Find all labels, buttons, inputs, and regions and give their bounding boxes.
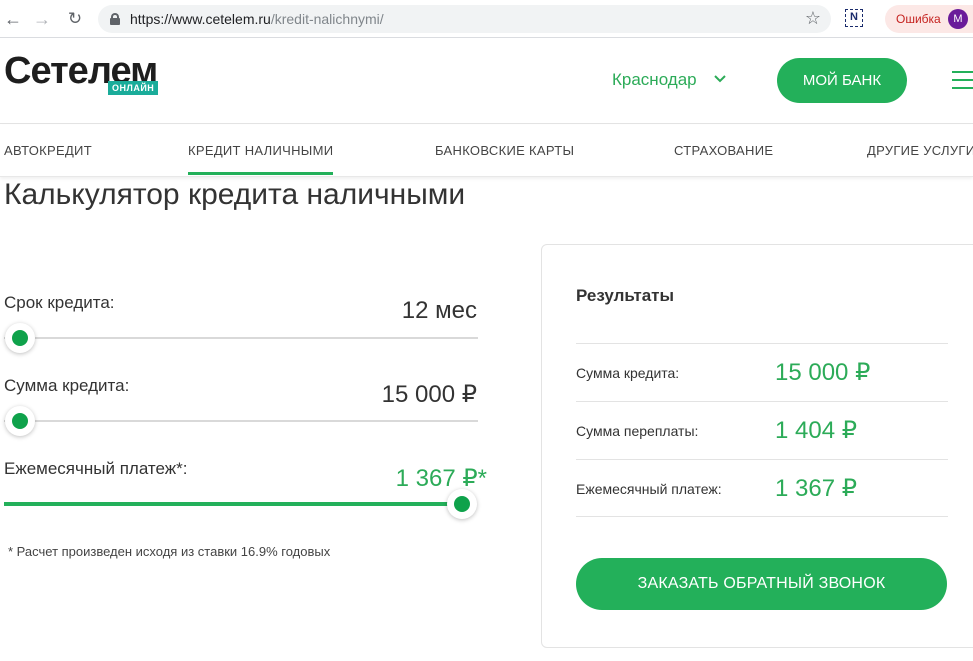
page-title: Калькулятор кредита наличными (4, 178, 466, 211)
results-title: Результаты (576, 286, 675, 305)
url-path: /kredit-nalichnymi/ (270, 11, 384, 27)
error-label: Ошибка (896, 12, 941, 26)
menu-icon[interactable] (952, 71, 973, 89)
nav-item-cash-credit[interactable]: КРЕДИТ НАЛИЧНЫМИ (188, 143, 334, 175)
result-label: Ежемесячный платеж: (576, 481, 722, 497)
site-header: Сетелем ОНЛАЙН Краснодар МОЙ БАНК (0, 38, 973, 124)
result-row-overpayment: Сумма переплаты: 1 404 ₽ (576, 401, 948, 459)
result-value: 1 367 ₽ (775, 475, 857, 502)
term-label: Срок кредита: (4, 293, 115, 312)
result-value: 1 404 ₽ (775, 417, 857, 444)
url-host: https://www.cetelem.ru (130, 11, 271, 27)
forward-icon[interactable]: → (31, 8, 53, 30)
amount-value: 15 000 ₽ (381, 381, 477, 408)
address-bar[interactable]: https://www.cetelem.ru/kredit-nalichnymi… (98, 5, 831, 33)
extension-icon[interactable]: N (845, 9, 863, 27)
nav-item-other-services[interactable]: ДРУГИЕ УСЛУГИ (867, 143, 973, 158)
nav-item-bank-cards[interactable]: БАНКОВСКИЕ КАРТЫ (435, 143, 574, 158)
profile-error-button[interactable]: Ошибка M (885, 5, 973, 33)
payment-slider-fill (4, 502, 462, 506)
logo-badge: ОНЛАЙН (108, 81, 159, 95)
browser-toolbar: ← → ↻ https://www.cetelem.ru/kredit-nali… (0, 0, 973, 38)
term-value: 12 мес (401, 297, 477, 324)
reload-icon[interactable]: ↻ (64, 8, 86, 30)
result-value: 15 000 ₽ (775, 359, 871, 386)
result-label: Сумма кредита: (576, 365, 680, 381)
results-card: Результаты Сумма кредита: 15 000 ₽ Сумма… (541, 244, 973, 648)
term-slider[interactable] (4, 337, 478, 339)
result-row-monthly-payment: Ежемесячный платеж: 1 367 ₽ (576, 459, 948, 517)
rate-footnote: * Расчет произведен исходя из ставки 16.… (8, 544, 331, 559)
amount-label: Сумма кредита: (4, 376, 130, 395)
amount-slider[interactable] (4, 420, 478, 422)
payment-value: 1 367 ₽* (395, 465, 487, 492)
main-nav: АВТОКРЕДИТ КРЕДИТ НАЛИЧНЫМИ БАНКОВСКИЕ К… (0, 125, 973, 177)
logo[interactable]: Сетелем ОНЛАЙН (4, 51, 164, 101)
payment-slider-handle[interactable] (447, 489, 477, 519)
nav-item-autocredit[interactable]: АВТОКРЕДИТ (4, 143, 92, 158)
result-row-credit-amount: Сумма кредита: 15 000 ₽ (576, 343, 948, 401)
callback-request-button[interactable]: ЗАКАЗАТЬ ОБРАТНЫЙ ЗВОНОК (576, 558, 947, 610)
payment-label: Ежемесячный платеж*: (4, 459, 188, 478)
bookmark-star-icon[interactable]: ☆ (805, 8, 821, 29)
amount-slider-handle[interactable] (5, 406, 35, 436)
payment-slider[interactable] (4, 502, 462, 506)
url-text[interactable]: https://www.cetelem.ru/kredit-nalichnymi… (130, 11, 384, 27)
nav-item-insurance[interactable]: СТРАХОВАНИЕ (674, 143, 773, 158)
avatar: M (948, 9, 968, 29)
my-bank-button[interactable]: МОЙ БАНК (777, 58, 907, 103)
city-selector[interactable]: Краснодар (612, 70, 697, 90)
back-icon[interactable]: ← (2, 8, 24, 30)
lock-icon[interactable] (110, 13, 120, 25)
chevron-down-icon[interactable] (712, 72, 728, 86)
term-slider-handle[interactable] (5, 323, 35, 353)
result-label: Сумма переплаты: (576, 423, 699, 439)
